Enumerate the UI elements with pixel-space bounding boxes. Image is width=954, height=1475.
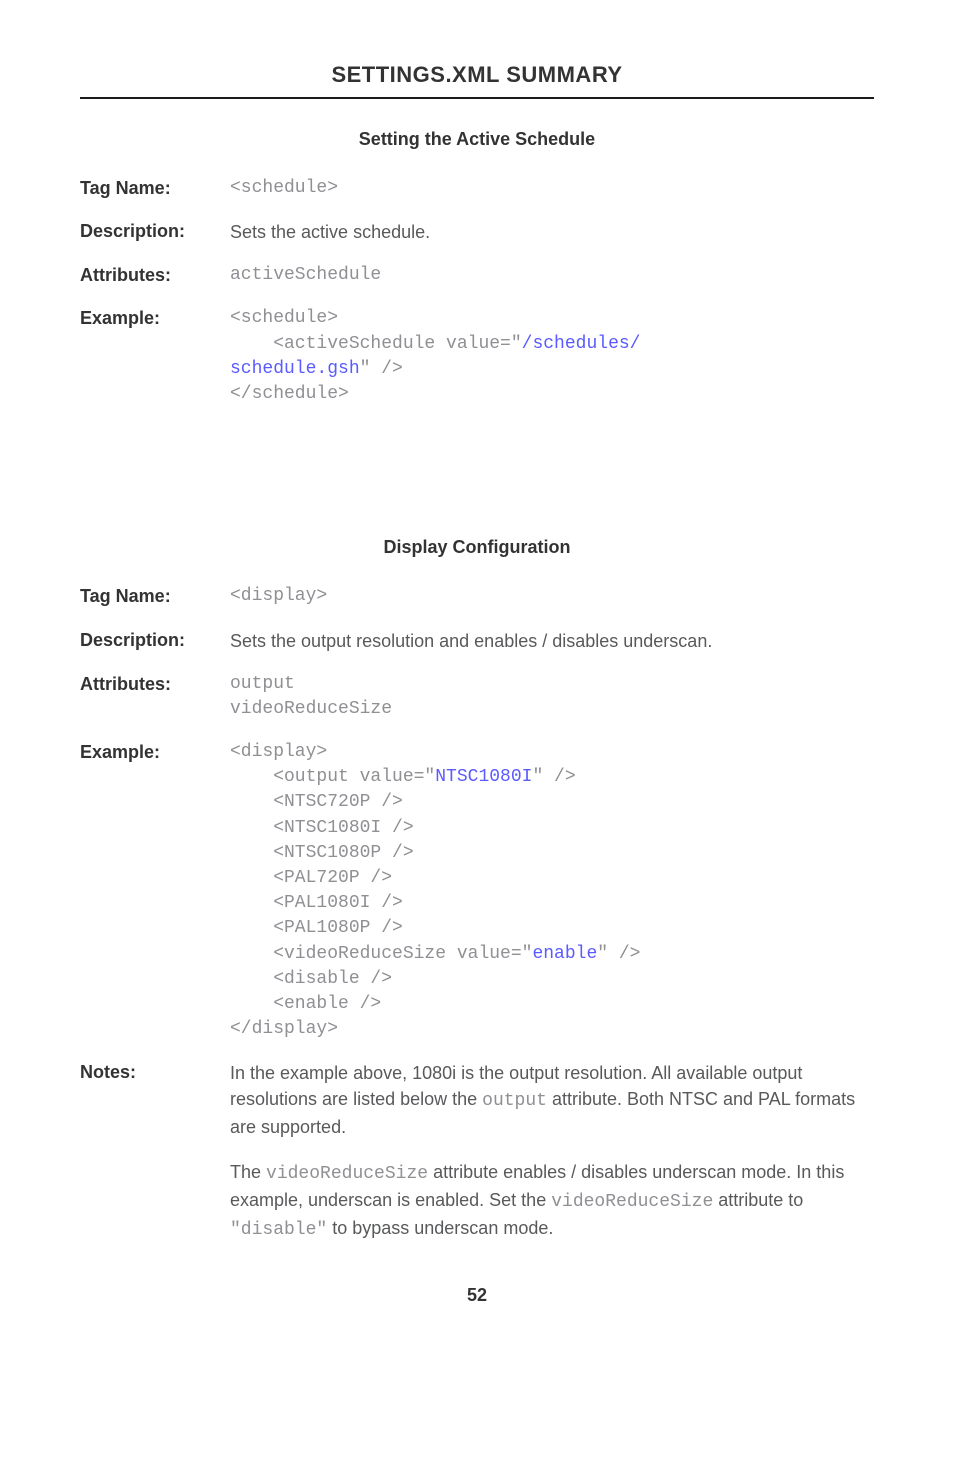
label-notes: Notes: bbox=[80, 1060, 230, 1085]
code-line: <display> bbox=[230, 742, 327, 762]
code-line: " /> bbox=[360, 359, 403, 379]
header-rule bbox=[80, 97, 874, 99]
code-line: <NTSC720P /> bbox=[230, 792, 403, 812]
code-line: <PAL720P /> bbox=[230, 868, 392, 888]
code-value: enable bbox=[532, 944, 597, 964]
code-line: <videoReduceSize value=" bbox=[230, 944, 532, 964]
row-example-1: Example: <schedule> <activeSchedule valu… bbox=[80, 306, 874, 407]
code-line: <output value=" bbox=[230, 767, 435, 787]
label-tag-name-1: Tag Name: bbox=[80, 176, 230, 201]
section-heading-schedule: Setting the Active Schedule bbox=[80, 127, 874, 152]
code-line: </schedule> bbox=[230, 384, 349, 404]
value-description-1: Sets the active schedule. bbox=[230, 219, 874, 245]
text: to bypass underscan mode. bbox=[327, 1218, 553, 1238]
text: attribute to bbox=[713, 1190, 803, 1210]
code-value: /schedules/ bbox=[522, 334, 641, 354]
value-attributes-2: output videoReduceSize bbox=[230, 672, 874, 722]
inline-code: "disable" bbox=[230, 1220, 327, 1240]
label-description-2: Description: bbox=[80, 628, 230, 653]
inline-code: videoReduceSize bbox=[266, 1164, 428, 1184]
code-line: <schedule> bbox=[230, 308, 338, 328]
code-line: <enable /> bbox=[230, 994, 381, 1014]
text: The bbox=[230, 1162, 266, 1182]
row-notes: Notes: In the example above, 1080i is th… bbox=[80, 1060, 874, 1243]
row-example-2: Example: <display> <output value="NTSC10… bbox=[80, 740, 874, 1042]
row-attributes-1: Attributes: activeSchedule bbox=[80, 263, 874, 288]
code-line: <disable /> bbox=[230, 969, 392, 989]
code-line: <activeSchedule value=" bbox=[230, 334, 522, 354]
value-tag-name-2: <display> bbox=[230, 584, 874, 609]
page-title: SETTINGS.XML SUMMARY bbox=[80, 60, 874, 91]
inline-code: videoReduceSize bbox=[551, 1192, 713, 1212]
code-line: </display> bbox=[230, 1019, 338, 1039]
section-heading-display: Display Configuration bbox=[80, 535, 874, 560]
attr-line: output bbox=[230, 674, 295, 694]
label-example-2: Example: bbox=[80, 740, 230, 765]
attr-line: videoReduceSize bbox=[230, 699, 392, 719]
page-number: 52 bbox=[80, 1283, 874, 1308]
code-line: <NTSC1080P /> bbox=[230, 843, 414, 863]
notes-paragraph-2: The videoReduceSize attribute enables / … bbox=[230, 1159, 874, 1243]
label-description-1: Description: bbox=[80, 219, 230, 244]
notes-paragraph-1: In the example above, 1080i is the outpu… bbox=[230, 1060, 874, 1140]
row-description-1: Description: Sets the active schedule. bbox=[80, 219, 874, 245]
code-line: " /> bbox=[597, 944, 640, 964]
row-tag-name-1: Tag Name: <schedule> bbox=[80, 176, 874, 201]
code-line: <NTSC1080I /> bbox=[230, 818, 414, 838]
row-tag-name-2: Tag Name: <display> bbox=[80, 584, 874, 609]
code-line: " /> bbox=[532, 767, 575, 787]
value-notes: In the example above, 1080i is the outpu… bbox=[230, 1060, 874, 1243]
label-attributes-2: Attributes: bbox=[80, 672, 230, 697]
value-description-2: Sets the output resolution and enables /… bbox=[230, 628, 874, 654]
code-example-2: <display> <output value="NTSC1080I" /> <… bbox=[230, 740, 874, 1042]
label-example-1: Example: bbox=[80, 306, 230, 331]
row-attributes-2: Attributes: output videoReduceSize bbox=[80, 672, 874, 722]
row-description-2: Description: Sets the output resolution … bbox=[80, 628, 874, 654]
code-value: schedule.gsh bbox=[230, 359, 360, 379]
code-value: NTSC1080I bbox=[435, 767, 532, 787]
label-attributes-1: Attributes: bbox=[80, 263, 230, 288]
code-example-1: <schedule> <activeSchedule value="/sched… bbox=[230, 306, 874, 407]
code-line: <PAL1080P /> bbox=[230, 918, 403, 938]
inline-code: output bbox=[482, 1091, 547, 1111]
label-tag-name-2: Tag Name: bbox=[80, 584, 230, 609]
value-attributes-1: activeSchedule bbox=[230, 263, 874, 288]
code-line: <PAL1080I /> bbox=[230, 893, 403, 913]
value-tag-name-1: <schedule> bbox=[230, 176, 874, 201]
